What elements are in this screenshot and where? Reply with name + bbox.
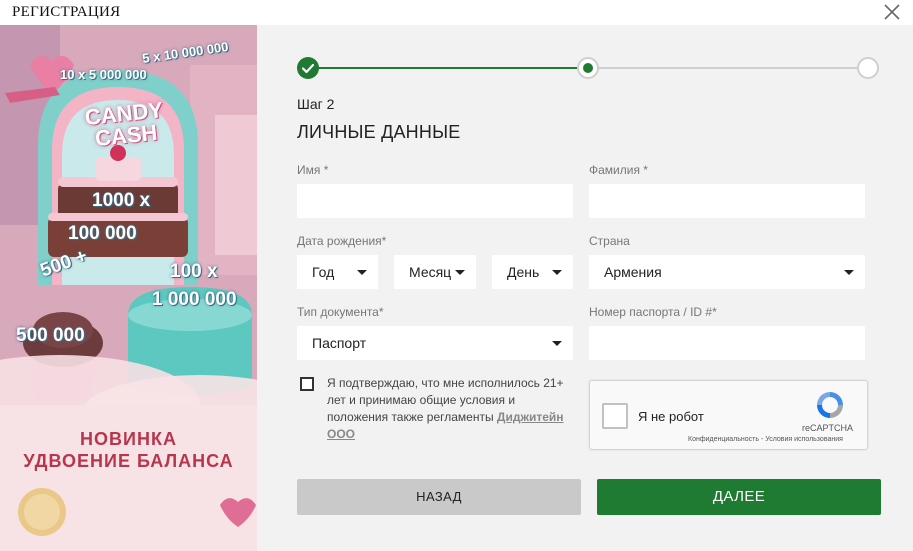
agree-text: Я подтверждаю, что мне исполнилось 21+ л… bbox=[327, 375, 577, 443]
country-select[interactable]: Армения bbox=[589, 255, 865, 289]
recaptcha-links[interactable]: Конфиденциальность - Условия использован… bbox=[688, 436, 843, 443]
last-name-label: Фамилия * bbox=[589, 163, 648, 177]
promo-banner: 5 x 10 000 000 10 x 5 000 000 CANDY CASH… bbox=[0, 25, 257, 551]
promo-badge-7: 1 000 000 bbox=[152, 289, 237, 310]
recaptcha-checkbox[interactable] bbox=[602, 403, 628, 429]
dob-day-select[interactable]: День bbox=[492, 255, 573, 289]
recaptcha-brand: reCAPTCHA bbox=[802, 423, 854, 433]
candy-cash-logo: CANDY CASH bbox=[84, 97, 166, 151]
section-title: ЛИЧНЫЕ ДАННЫЕ bbox=[297, 122, 461, 142]
recaptcha-label: Я не робот bbox=[638, 409, 704, 424]
window-titlebar: РЕГИСТРАЦИЯ bbox=[0, 0, 913, 25]
first-name-label: Имя * bbox=[297, 163, 329, 177]
promo-badge-6: 100 x bbox=[170, 261, 218, 282]
last-name-input[interactable] bbox=[589, 184, 865, 218]
dob-month-select[interactable]: Месяц bbox=[394, 255, 476, 289]
country-value: Армения bbox=[604, 264, 662, 280]
step-2-current bbox=[577, 57, 599, 79]
stepper-line-pending bbox=[588, 67, 859, 69]
back-button[interactable]: НАЗАД bbox=[297, 479, 581, 515]
passport-label: Номер паспорта / ID #* bbox=[589, 305, 717, 319]
promo-headline-2: УДВОЕНИЕ БАЛАНСА bbox=[23, 451, 234, 471]
chevron-down-icon bbox=[357, 270, 367, 275]
agree-checkbox[interactable] bbox=[300, 377, 314, 391]
dob-month-value: Месяц bbox=[409, 264, 452, 280]
promo-badge-4: 100 000 bbox=[68, 223, 137, 244]
promo-headline-1: НОВИНКА bbox=[80, 429, 177, 449]
step-label: Шаг 2 bbox=[297, 96, 335, 112]
chevron-down-icon bbox=[552, 341, 562, 346]
registration-form: Шаг 2 ЛИЧНЫЕ ДАННЫЕ Имя * Фамилия * Дата… bbox=[257, 25, 913, 551]
dob-year-select[interactable]: Год bbox=[297, 255, 378, 289]
promo-badge-3: 1000 x bbox=[92, 190, 151, 211]
close-icon[interactable] bbox=[881, 1, 903, 23]
progress-stepper bbox=[297, 57, 879, 79]
dob-year-value: Год bbox=[312, 264, 335, 280]
window-title: РЕГИСТРАЦИЯ bbox=[12, 4, 121, 20]
step-3-upcoming bbox=[857, 57, 879, 79]
doc-type-label: Тип документа* bbox=[297, 305, 384, 319]
recaptcha-icon bbox=[817, 392, 843, 418]
next-button[interactable]: ДАЛЕЕ bbox=[597, 479, 881, 515]
dob-day-value: День bbox=[507, 264, 540, 280]
stepper-line-done bbox=[308, 67, 588, 69]
chevron-down-icon bbox=[552, 270, 562, 275]
check-icon bbox=[301, 63, 315, 74]
doc-type-value: Паспорт bbox=[312, 335, 367, 351]
promo-badge-8: 500 000 bbox=[16, 325, 85, 346]
current-step-dot bbox=[583, 63, 593, 73]
passport-input[interactable] bbox=[589, 326, 865, 360]
step-1-complete bbox=[297, 57, 319, 79]
chevron-down-icon bbox=[844, 270, 854, 275]
country-label: Страна bbox=[589, 234, 630, 248]
recaptcha-widget: Я не робот reCAPTCHA Конфиденциальность … bbox=[589, 380, 868, 450]
chevron-down-icon bbox=[455, 270, 465, 275]
dob-label: Дата рождения* bbox=[297, 234, 387, 248]
doc-type-select[interactable]: Паспорт bbox=[297, 326, 573, 360]
first-name-input[interactable] bbox=[297, 184, 573, 218]
promo-badge-2: 10 x 5 000 000 bbox=[60, 67, 147, 82]
